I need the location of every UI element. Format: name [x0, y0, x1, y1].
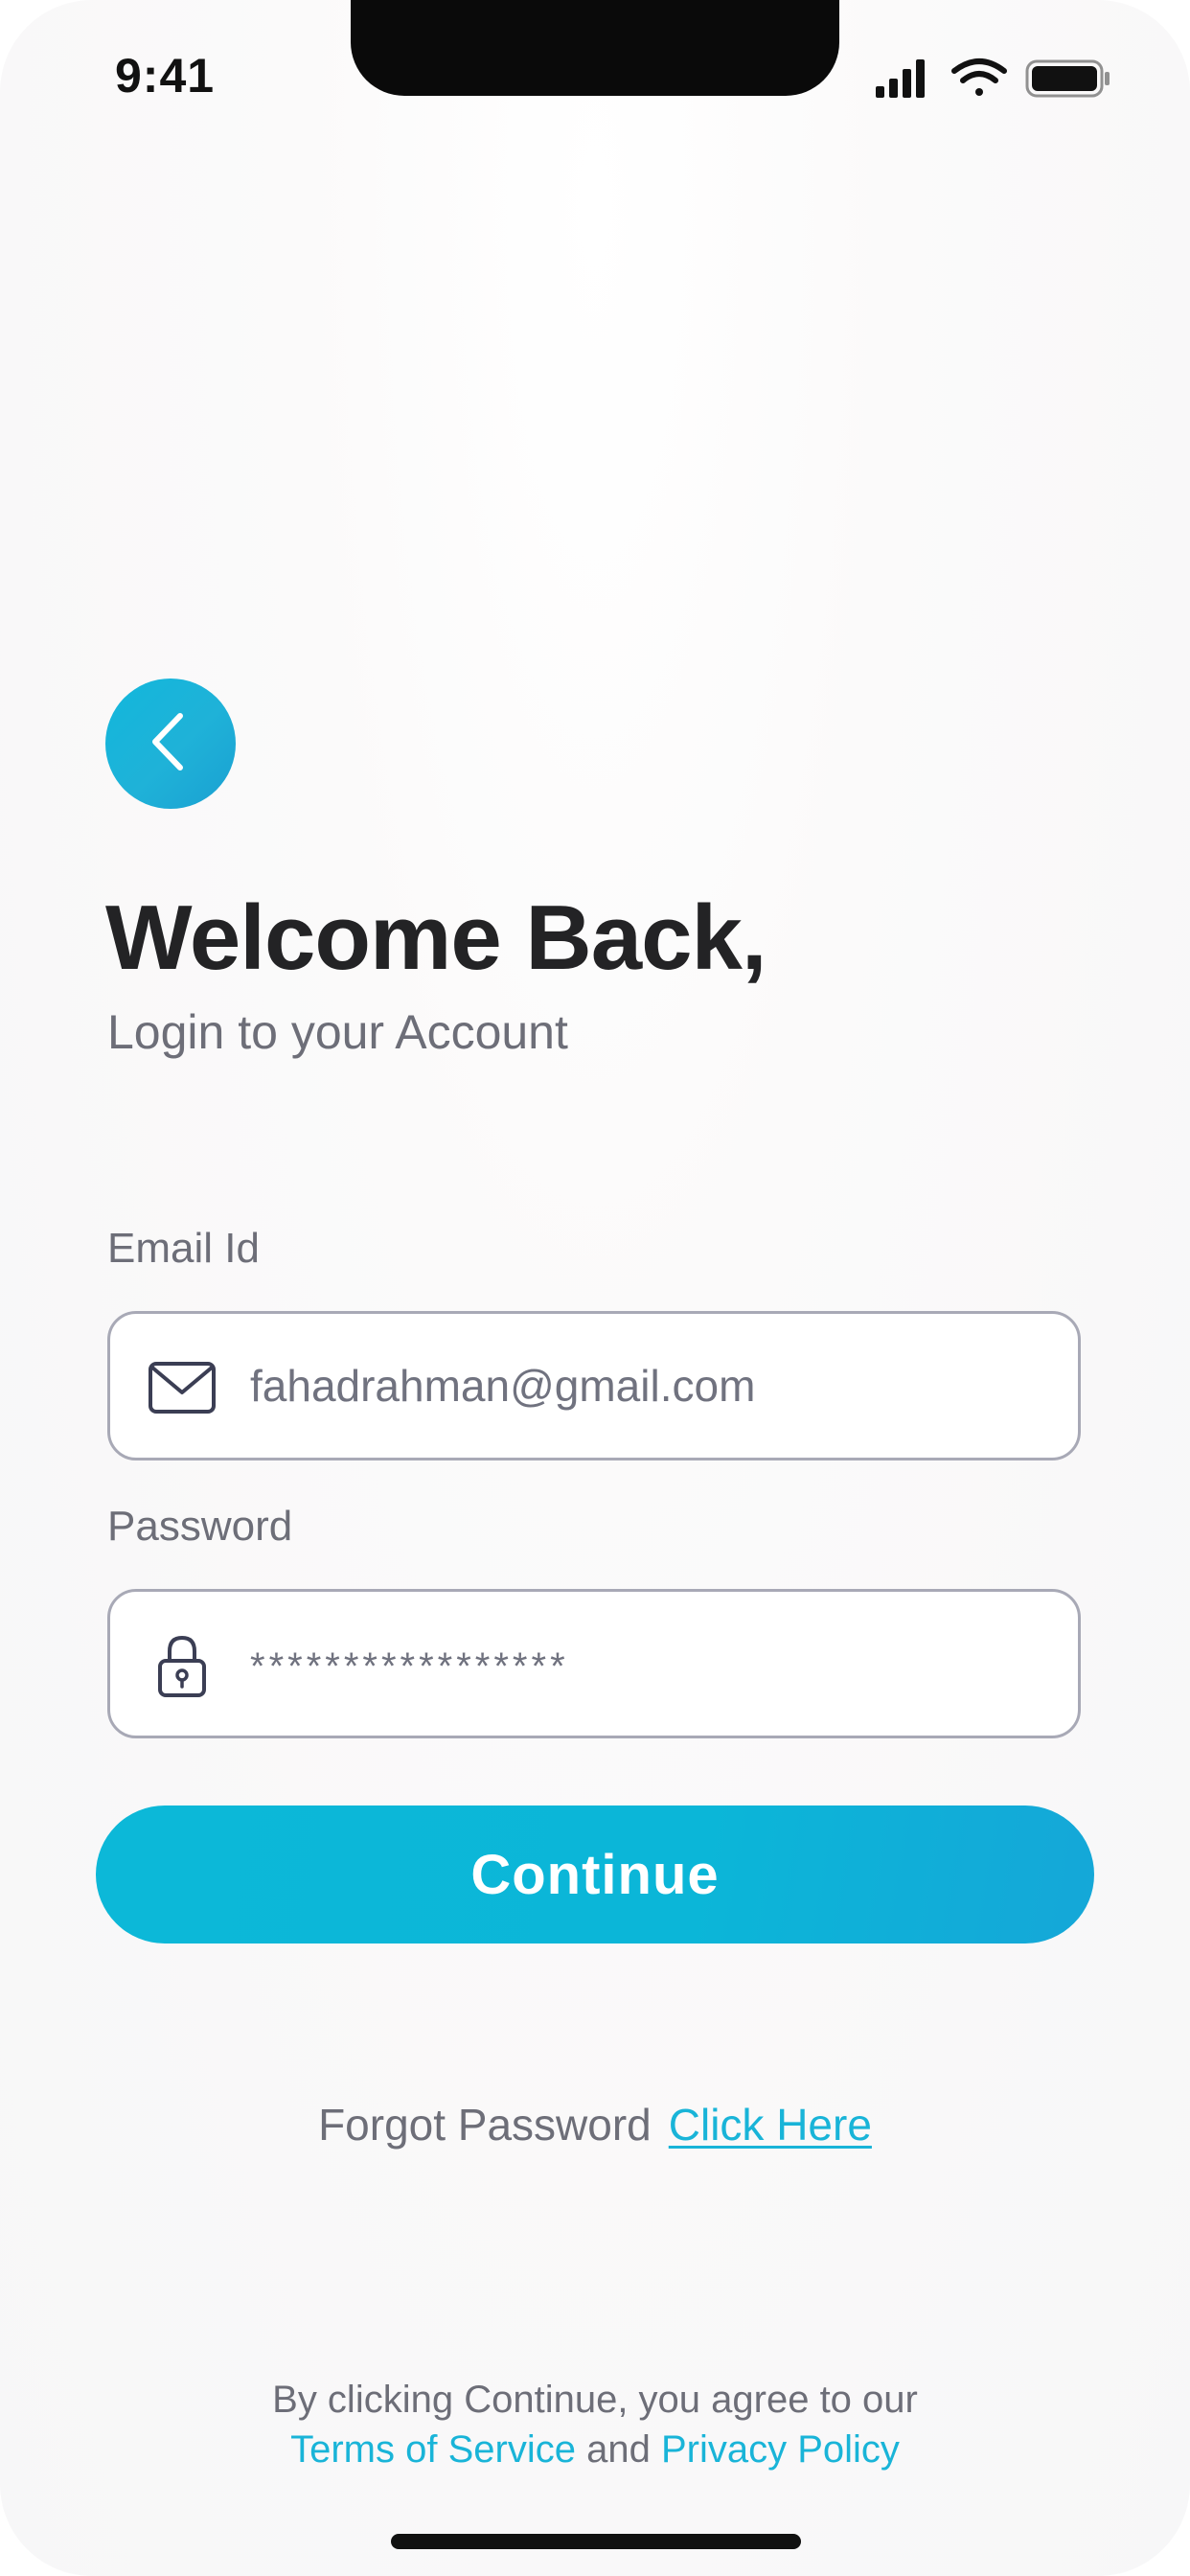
password-field[interactable]: ***************** — [107, 1589, 1081, 1738]
privacy-policy-link[interactable]: Privacy Policy — [661, 2428, 900, 2471]
password-label: Password — [107, 1503, 293, 1550]
status-bar-icons — [866, 58, 1115, 100]
forgot-password-text: Forgot Password — [318, 2100, 652, 2150]
status-bar-time: 9:41 — [115, 49, 216, 103]
envelope-icon — [147, 1356, 217, 1419]
email-field[interactable]: fahadrahman@gmail.com — [107, 1311, 1081, 1460]
back-button[interactable] — [105, 678, 236, 809]
legal-and-text: and — [586, 2428, 651, 2471]
lock-icon — [147, 1632, 217, 1697]
legal-line-2: Terms of Service and Privacy Policy — [0, 2425, 1190, 2474]
legal-notice: By clicking Continue, you agree to our T… — [0, 2375, 1190, 2474]
page-subtitle: Login to your Account — [107, 1005, 568, 1059]
terms-of-service-link[interactable]: Terms of Service — [290, 2428, 576, 2471]
home-indicator[interactable] — [391, 2534, 801, 2549]
continue-button[interactable]: Continue — [96, 1806, 1094, 1944]
status-bar-icons-svg — [876, 58, 1110, 98]
phone-screen: 9:41 Welcome Back, Login to your Account… — [0, 0, 1190, 2576]
cellular-signal-icon — [876, 59, 925, 98]
email-input-value[interactable]: fahadrahman@gmail.com — [250, 1314, 755, 1458]
forgot-password-link[interactable]: Click Here — [669, 2100, 872, 2150]
forgot-password-row: Forgot Password Click Here — [0, 2099, 1190, 2150]
wifi-icon — [951, 58, 1007, 96]
email-label: Email Id — [107, 1225, 260, 1272]
device-notch — [351, 0, 839, 96]
page-title: Welcome Back, — [105, 886, 767, 989]
legal-line-1: By clicking Continue, you agree to our — [272, 2379, 918, 2421]
battery-icon — [1025, 59, 1110, 98]
chevron-left-icon — [142, 708, 199, 780]
password-input-value[interactable]: ***************** — [250, 1592, 569, 1736]
